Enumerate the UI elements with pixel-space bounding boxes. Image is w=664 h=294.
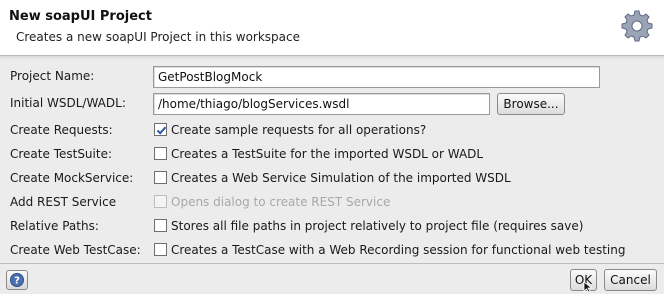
- create-requests-checkbox[interactable]: [154, 123, 167, 136]
- add-rest-service-label: Add REST Service: [10, 195, 117, 209]
- create-web-testcase-text: Creates a TestCase with a Web Recording …: [171, 243, 626, 257]
- initial-wsdl-label: Initial WSDL/WADL:: [10, 96, 126, 110]
- mouse-cursor-icon: [583, 281, 593, 293]
- create-mockservice-checkbox[interactable]: [154, 171, 167, 184]
- checkmark-icon: [156, 126, 167, 135]
- relative-paths-label: Relative Paths:: [10, 219, 99, 233]
- dialog-header: New soapUI Project Creates a new soapUI …: [0, 0, 664, 56]
- create-mockservice-label: Create MockService:: [10, 171, 134, 185]
- create-web-testcase-label: Create Web TestCase:: [10, 243, 141, 257]
- header-divider: [0, 56, 664, 60]
- help-icon: ?: [10, 273, 24, 287]
- help-button[interactable]: ?: [6, 270, 28, 290]
- project-name-input[interactable]: GetPostBlogMock: [153, 66, 600, 88]
- create-mockservice-text: Creates a Web Service Simulation of the …: [171, 171, 511, 185]
- relative-paths-text: Stores all file paths in project relativ…: [171, 219, 584, 233]
- dialog-subtitle: Creates a new soapUI Project in this wor…: [16, 30, 301, 44]
- gear-icon: [620, 9, 654, 43]
- dialog-title: New soapUI Project: [9, 9, 152, 24]
- initial-wsdl-input[interactable]: /home/thiago/blogServices.wsdl: [153, 93, 490, 115]
- footer-divider: [0, 263, 664, 264]
- create-testsuite-label: Create TestSuite:: [10, 147, 113, 161]
- cancel-button[interactable]: Cancel: [604, 269, 657, 291]
- create-requests-text: Create sample requests for all operation…: [171, 123, 427, 137]
- relative-paths-checkbox[interactable]: [154, 219, 167, 232]
- svg-text:?: ?: [14, 276, 20, 287]
- add-rest-service-text: Opens dialog to create REST Service: [171, 195, 391, 209]
- create-testsuite-checkbox[interactable]: [154, 147, 167, 160]
- create-requests-label: Create Requests:: [10, 123, 113, 137]
- project-name-label: Project Name:: [10, 69, 95, 83]
- create-testsuite-text: Creates a TestSuite for the imported WSD…: [171, 147, 484, 161]
- browse-button[interactable]: Browse...: [497, 93, 565, 115]
- create-web-testcase-checkbox[interactable]: [154, 243, 167, 256]
- add-rest-service-checkbox: [154, 195, 167, 208]
